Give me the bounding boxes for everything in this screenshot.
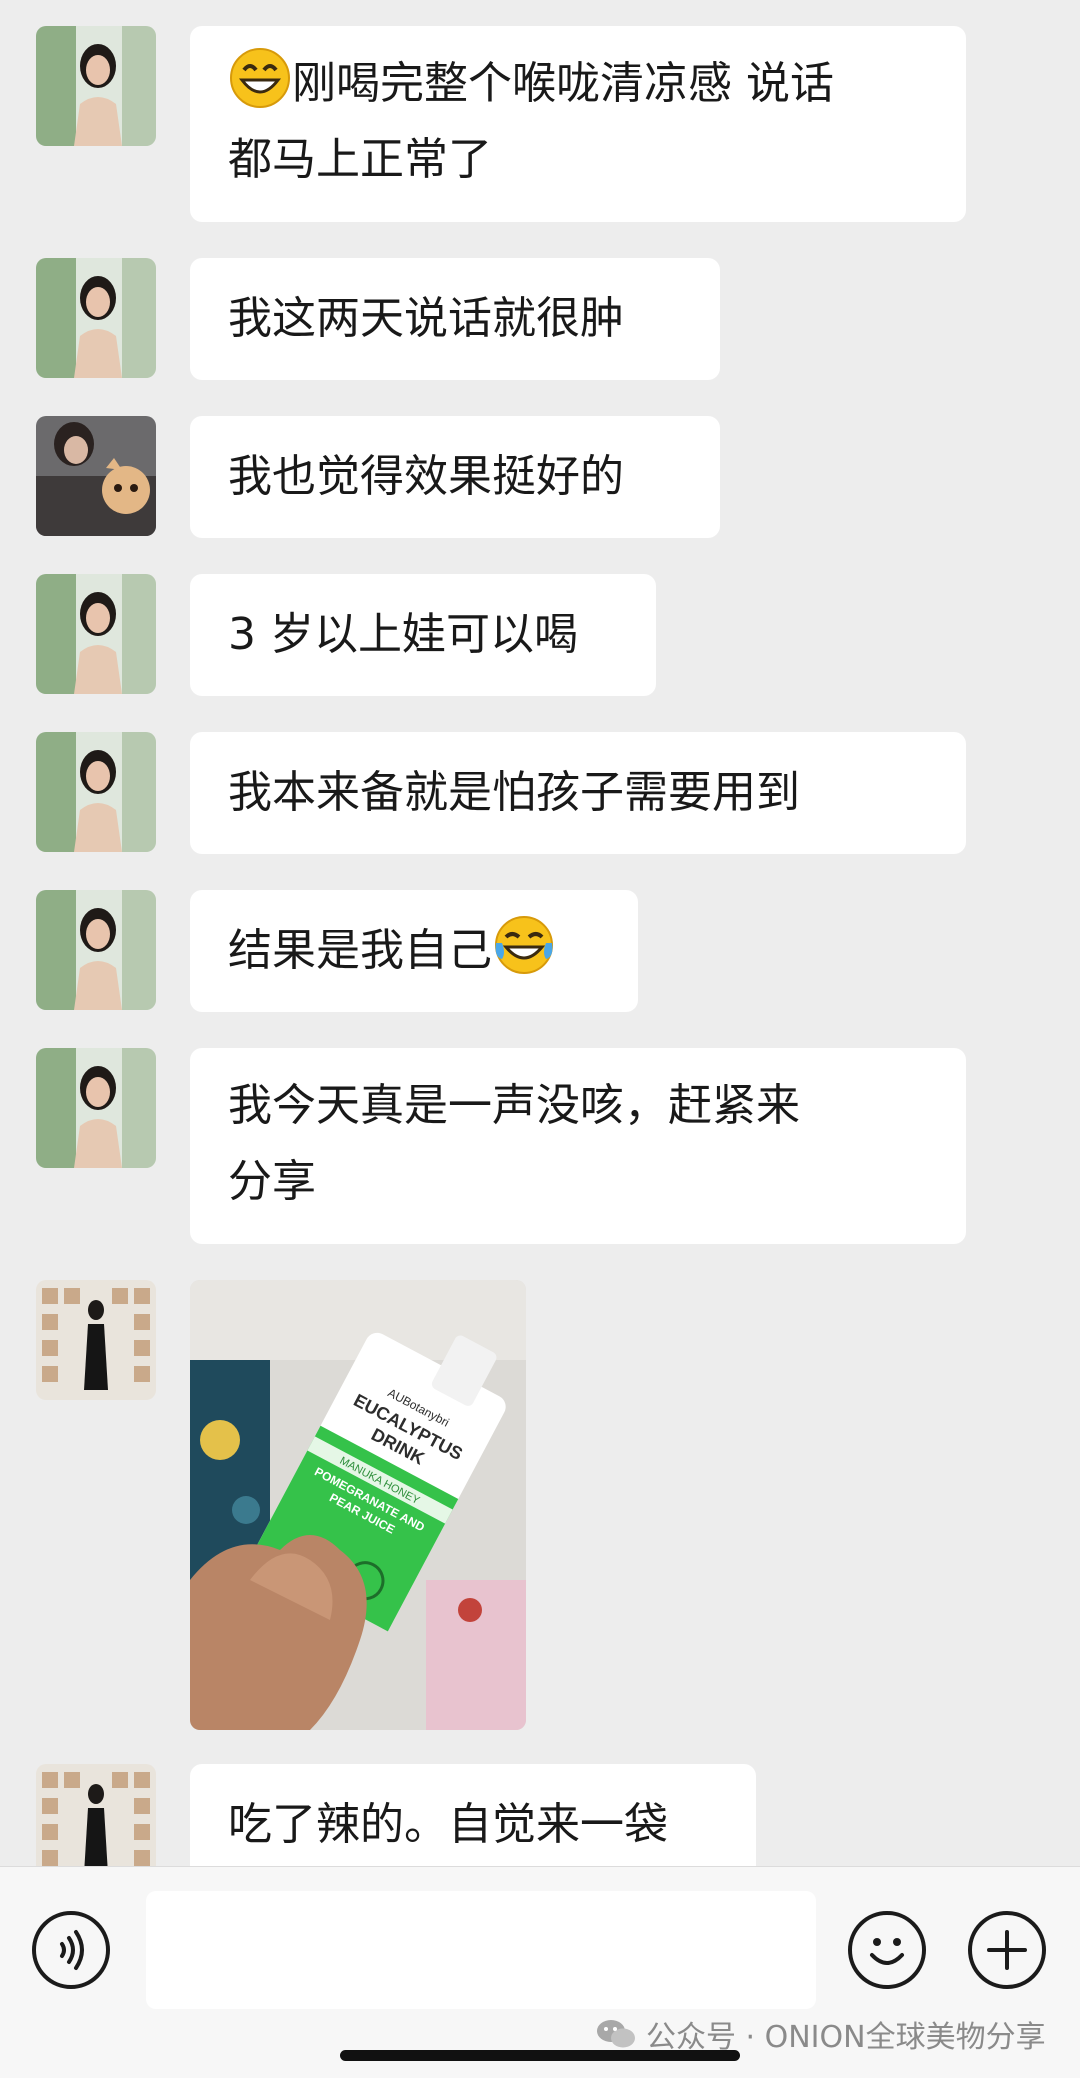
smiley-icon (870, 1938, 904, 1965)
plus-button[interactable] (968, 1911, 1046, 1989)
message-text: 我今天真是一声没咳，赶紧来 (228, 1080, 800, 1131)
avatar[interactable] (36, 1048, 156, 1168)
message-bubble[interactable]: 我这两天说话就很肿 (190, 258, 720, 380)
watermark: 公众号 · ONION全球美物分享 (596, 2016, 1046, 2055)
message-bubble[interactable]: 3 岁以上娃可以喝 (190, 574, 656, 696)
voice-icon (60, 1930, 84, 1970)
message-bubble[interactable]: 我今天真是一声没咳，赶紧来 分享 (190, 1048, 966, 1244)
message-text: 吃了辣的。自觉来一袋 (228, 1799, 668, 1850)
message-text: 刚喝完整个喉咙清凉感 说话 (292, 58, 834, 109)
message-text: 我也觉得效果挺好的 (228, 451, 624, 502)
home-indicator[interactable] (340, 2050, 740, 2061)
message-text: 我本来备就是怕孩子需要用到 (228, 767, 800, 818)
message-bubble[interactable]: 我本来备就是怕孩子需要用到 (190, 732, 966, 854)
avatar[interactable] (36, 258, 156, 378)
message-bubble[interactable]: 我也觉得效果挺好的 (190, 416, 720, 538)
avatar[interactable] (36, 732, 156, 852)
wechat-icon (597, 2020, 635, 2048)
avatar[interactable] (36, 416, 156, 536)
grinning-face-icon (228, 46, 292, 110)
tears-of-joy-icon (492, 913, 556, 977)
message-text: 结果是我自己 (228, 925, 492, 976)
message-text: 分享 (228, 1156, 316, 1207)
avatar[interactable] (36, 1280, 156, 1400)
message-text: 都马上正常了 (228, 134, 492, 185)
message-input[interactable] (146, 1891, 816, 2009)
message-bubble[interactable]: 刚喝完整个喉咙清凉感 说话 都马上正常了 (190, 26, 966, 222)
avatar[interactable] (36, 26, 156, 146)
emoji-button[interactable] (848, 1911, 926, 1989)
product-photo[interactable]: AUBotanybri EUCALYPTUS DRINK MANUKA HONE… (190, 1280, 526, 1730)
plus-icon (987, 1930, 1027, 1970)
avatar[interactable] (36, 890, 156, 1010)
message-text: 我这两天说话就很肿 (228, 293, 624, 344)
message-bubble[interactable]: 结果是我自己 (190, 890, 638, 1012)
voice-button[interactable] (32, 1911, 110, 1989)
message-text: 3 岁以上娃可以喝 (228, 609, 578, 660)
avatar[interactable] (36, 574, 156, 694)
